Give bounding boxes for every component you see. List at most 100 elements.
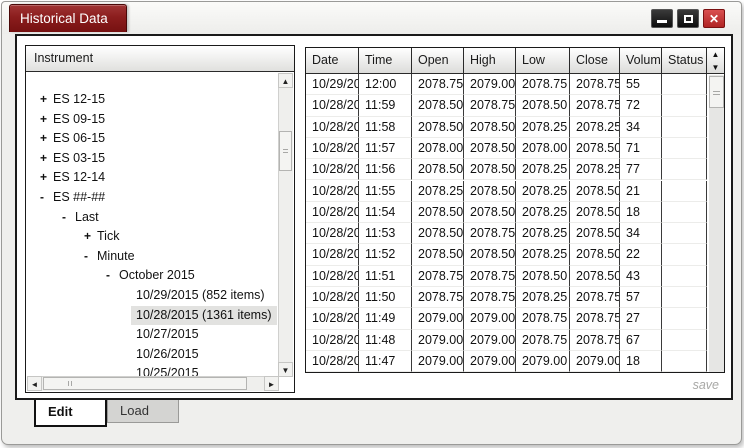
column-header-high[interactable]: High xyxy=(464,48,516,74)
cell-low[interactable]: 2079.00 xyxy=(516,351,570,372)
cell-low[interactable]: 2078.25 xyxy=(516,202,570,223)
cell-high[interactable]: 2078.75 xyxy=(464,223,516,244)
tree-item-label[interactable]: Last xyxy=(70,208,104,227)
cell-date[interactable]: 10/28/2015 xyxy=(306,287,359,308)
cell-status[interactable] xyxy=(662,308,707,329)
instrument-tree[interactable]: +ES 12-15+ES 09-15+ES 06-15+ES 03-15+ES … xyxy=(26,73,294,392)
grid-vertical-scrollbar[interactable]: ▲ ▼ xyxy=(707,48,724,372)
tree-item-label[interactable]: 10/28/2015 (1361 items) xyxy=(131,306,277,325)
column-header-low[interactable]: Low xyxy=(516,48,570,74)
cell-close[interactable]: 2079.00 xyxy=(570,351,620,372)
cell-open[interactable]: 2078.75 xyxy=(412,266,464,287)
tree-item-label[interactable]: ES ##-## xyxy=(48,188,110,207)
collapse-icon[interactable]: - xyxy=(40,188,44,207)
cell-open[interactable]: 2078.75 xyxy=(412,74,464,95)
tree-item[interactable]: 10/26/2015 xyxy=(26,345,276,364)
cell-status[interactable] xyxy=(662,266,707,287)
grid-vscroll-track[interactable] xyxy=(709,75,724,372)
tree-item-label[interactable]: 10/26/2015 xyxy=(131,345,204,364)
column-header-open[interactable]: Open xyxy=(412,48,464,74)
cell-time[interactable]: 11:59 xyxy=(359,95,412,116)
tree-item[interactable]: -Minute xyxy=(26,247,276,266)
tree-item[interactable]: -Last xyxy=(26,208,276,227)
cell-volume[interactable]: 18 xyxy=(620,351,662,372)
cell-close[interactable]: 2078.75 xyxy=(570,95,620,116)
cell-status[interactable] xyxy=(662,287,707,308)
cell-date[interactable]: 10/28/2015 xyxy=(306,159,359,180)
tree-item[interactable]: -ES ##-## xyxy=(26,188,276,207)
column-header-status[interactable]: Status xyxy=(662,48,707,74)
scroll-up-icon[interactable]: ▲ xyxy=(278,73,293,88)
column-header-volume[interactable]: Volume xyxy=(620,48,662,74)
cell-time[interactable]: 11:51 xyxy=(359,266,412,287)
cell-close[interactable]: 2078.50 xyxy=(570,223,620,244)
column-header-date[interactable]: Date xyxy=(306,48,359,74)
cell-low[interactable]: 2078.00 xyxy=(516,138,570,159)
cell-time[interactable]: 11:53 xyxy=(359,223,412,244)
cell-open[interactable]: 2079.00 xyxy=(412,308,464,329)
cell-low[interactable]: 2078.50 xyxy=(516,266,570,287)
cell-time[interactable]: 11:58 xyxy=(359,117,412,138)
tree-item-label[interactable]: October 2015 xyxy=(114,266,200,285)
cell-high[interactable]: 2078.50 xyxy=(464,202,516,223)
cell-status[interactable] xyxy=(662,223,707,244)
cell-date[interactable]: 10/28/2015 xyxy=(306,244,359,265)
cell-high[interactable]: 2078.50 xyxy=(464,117,516,138)
column-header-close[interactable]: Close xyxy=(570,48,620,74)
expand-icon[interactable]: + xyxy=(40,168,47,187)
cell-time[interactable]: 11:50 xyxy=(359,287,412,308)
cell-high[interactable]: 2079.00 xyxy=(464,330,516,351)
cell-date[interactable]: 10/28/2015 xyxy=(306,95,359,116)
cell-time[interactable]: 11:54 xyxy=(359,202,412,223)
titlebar[interactable]: Historical Data ✕ xyxy=(2,2,741,34)
cell-close[interactable]: 2078.50 xyxy=(570,244,620,265)
cell-status[interactable] xyxy=(662,74,707,95)
cell-close[interactable]: 2078.25 xyxy=(570,117,620,138)
cell-date[interactable]: 10/28/2015 xyxy=(306,223,359,244)
cell-high[interactable]: 2078.50 xyxy=(464,159,516,180)
tree-item[interactable]: +ES 06-15 xyxy=(26,129,276,148)
tree-vertical-scrollbar[interactable]: ▲ ▼ xyxy=(278,73,293,377)
cell-volume[interactable]: 55 xyxy=(620,74,662,95)
tree-hscroll-thumb[interactable] xyxy=(43,377,247,390)
cell-date[interactable]: 10/28/2015 xyxy=(306,117,359,138)
cell-status[interactable] xyxy=(662,244,707,265)
cell-open[interactable]: 2078.25 xyxy=(412,181,464,202)
cell-low[interactable]: 2078.25 xyxy=(516,223,570,244)
cell-date[interactable]: 10/28/2015 xyxy=(306,308,359,329)
tree-item-label[interactable]: ES 09-15 xyxy=(48,110,110,129)
cell-low[interactable]: 2078.25 xyxy=(516,287,570,308)
tree-item-label[interactable]: Minute xyxy=(92,247,140,266)
cell-time[interactable]: 12:00 xyxy=(359,74,412,95)
cell-low[interactable]: 2078.50 xyxy=(516,95,570,116)
tree-item[interactable]: +ES 03-15 xyxy=(26,149,276,168)
cell-high[interactable]: 2078.50 xyxy=(464,244,516,265)
tree-vscroll-thumb[interactable] xyxy=(279,131,292,171)
cell-status[interactable] xyxy=(662,330,707,351)
grid-vscroll-thumb[interactable] xyxy=(709,76,724,108)
cell-open[interactable]: 2078.50 xyxy=(412,159,464,180)
tree-item[interactable]: +Tick xyxy=(26,227,276,246)
cell-date[interactable]: 10/28/2015 xyxy=(306,330,359,351)
cell-close[interactable]: 2078.50 xyxy=(570,266,620,287)
cell-time[interactable]: 11:48 xyxy=(359,330,412,351)
expand-icon[interactable]: + xyxy=(40,129,47,148)
minimize-button[interactable] xyxy=(651,9,673,28)
tree-item-label[interactable]: 10/27/2015 xyxy=(131,325,204,344)
cell-close[interactable]: 2078.50 xyxy=(570,138,620,159)
cell-high[interactable]: 2078.75 xyxy=(464,287,516,308)
cell-date[interactable]: 10/28/2015 xyxy=(306,181,359,202)
collapse-icon[interactable]: - xyxy=(106,266,110,285)
cell-high[interactable]: 2078.75 xyxy=(464,266,516,287)
tree-item[interactable]: -October 2015 xyxy=(26,266,276,285)
cell-volume[interactable]: 34 xyxy=(620,223,662,244)
cell-close[interactable]: 2078.50 xyxy=(570,181,620,202)
cell-volume[interactable]: 71 xyxy=(620,138,662,159)
cell-open[interactable]: 2078.00 xyxy=(412,138,464,159)
maximize-button[interactable] xyxy=(677,9,699,28)
cell-open[interactable]: 2078.50 xyxy=(412,95,464,116)
cell-volume[interactable]: 34 xyxy=(620,117,662,138)
cell-close[interactable]: 2078.75 xyxy=(570,308,620,329)
scroll-down-icon[interactable]: ▼ xyxy=(707,61,724,74)
tree-horizontal-scrollbar[interactable]: ◄ ► xyxy=(27,376,279,391)
